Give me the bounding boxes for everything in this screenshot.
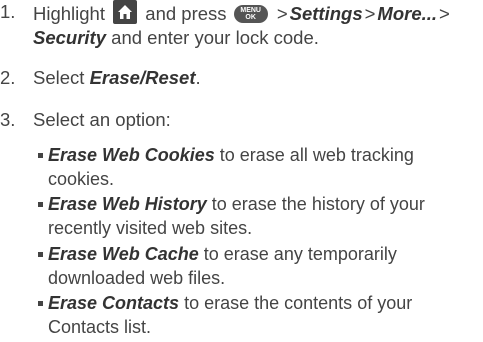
home-icon: [113, 0, 138, 24]
step-number: 2.: [0, 67, 16, 88]
step-1-tail: and enter your lock code.: [111, 27, 319, 48]
option-line-2: recently visited web sites.: [48, 218, 253, 238]
step-number: 3.: [0, 109, 16, 130]
option-description: to erase all web tracking: [219, 145, 414, 165]
option-line-1: Erase Web Cookies to erase all web track…: [48, 143, 458, 167]
option-label: Erase Contacts: [48, 293, 180, 313]
option-text: Erase Contacts to erase the contents of …: [48, 291, 458, 339]
bullet-marker: [38, 202, 43, 207]
bullet-marker: [38, 301, 43, 306]
settings-path: Settings: [289, 3, 363, 24]
separator: >: [276, 3, 288, 24]
instruction-page: 1. Highlight and press MENU OK > Settings…: [0, 0, 483, 342]
option-line-2: downloaded web files.: [48, 268, 226, 288]
period: .: [195, 67, 201, 88]
more-path: More...: [377, 3, 438, 24]
step-word-select: Select: [33, 67, 85, 88]
option-description: to erase any temporarily: [203, 244, 397, 264]
step-word-highlight: Highlight: [33, 3, 105, 24]
option-line-1: Erase Web Cache to erase any temporarily: [48, 242, 458, 266]
option-label: Erase Web Cache: [48, 244, 199, 264]
ok-key-label: OK: [245, 14, 256, 21]
step-text: Highlight and press MENU OK > Settings > Mo…: [33, 0, 481, 50]
step-text: Select an option:: [33, 109, 171, 130]
option-description: to erase the contents of your: [184, 293, 413, 313]
separator: >: [439, 3, 450, 24]
menu-key-label: MENU: [240, 7, 261, 14]
bullet-marker: [38, 153, 43, 158]
step-1-line-1: Highlight and press MENU OK > Settings > Mo…: [33, 0, 481, 26]
option-label: Erase Web History: [48, 194, 207, 214]
security-path: Security: [33, 27, 107, 48]
separator: >: [364, 3, 376, 24]
option-description: to erase the history of your: [211, 194, 425, 214]
step-word-and-press: and press: [145, 3, 227, 24]
option-text: Erase Web Cookies to erase all web track…: [48, 143, 458, 191]
bullet-marker: [38, 252, 43, 257]
option-text: Erase Web Cache to erase any temporarily…: [48, 242, 458, 290]
option-line-2: cookies.: [48, 169, 115, 189]
option-line-1: Erase Contacts to erase the contents of …: [48, 291, 458, 315]
step-1-line-2: Security and enter your lock code.: [33, 26, 481, 50]
option-label: Erase Web Cookies: [48, 145, 215, 165]
step-number: 1.: [0, 1, 16, 22]
menu-ok-key-icon: MENU OK: [233, 5, 268, 23]
erase-reset-path: Erase/Reset: [89, 67, 196, 88]
step-text: Select Erase/Reset.: [33, 66, 481, 90]
option-line-2: Contacts list.: [48, 317, 152, 337]
option-text: Erase Web History to erase the history o…: [48, 192, 458, 240]
option-line-1: Erase Web History to erase the history o…: [48, 192, 458, 216]
